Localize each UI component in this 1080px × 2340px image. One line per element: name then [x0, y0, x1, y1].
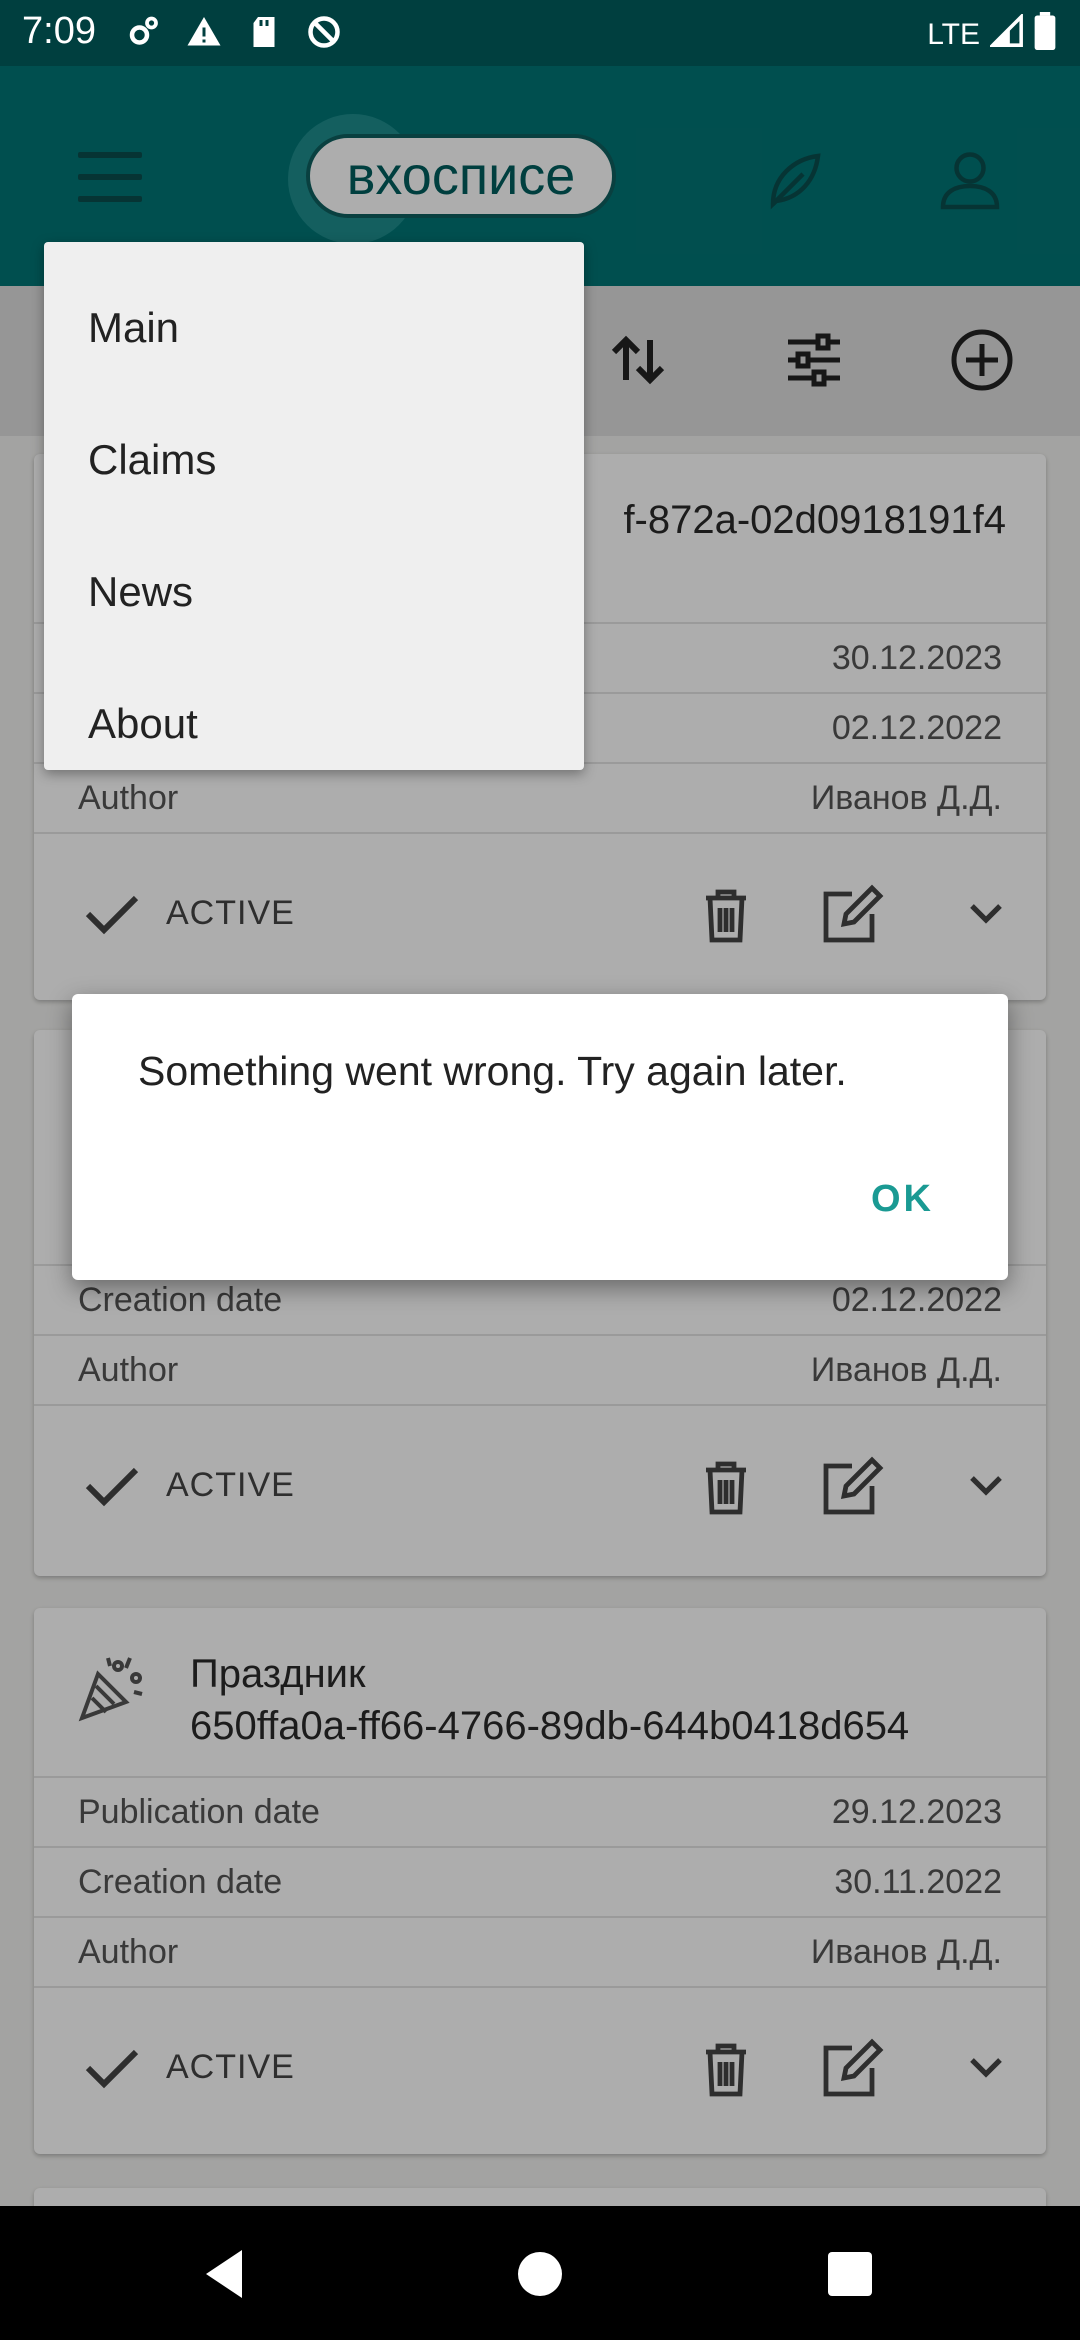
status-time: 7:09 [22, 10, 96, 52]
back-icon[interactable] [198, 2246, 254, 2302]
sd-card-icon [246, 14, 282, 50]
error-dialog: Something went wrong. Try again later. O… [72, 994, 1008, 1280]
ok-button[interactable]: OK [871, 1178, 934, 1221]
home-icon[interactable] [512, 2246, 568, 2302]
status-right: LTE [927, 12, 1056, 58]
battery-icon [1034, 12, 1056, 58]
status-bar: 7:09 LTE [0, 0, 1080, 66]
menu-item-claims[interactable]: Claims [44, 394, 584, 526]
network-type: LTE [927, 18, 980, 51]
menu-item-about[interactable]: About [44, 658, 584, 790]
signal-icon [988, 12, 1024, 56]
settings-cog-icon [126, 14, 162, 50]
recents-icon[interactable] [822, 2246, 878, 2302]
no-sync-icon [306, 14, 342, 50]
dialog-message: Something went wrong. Try again later. [138, 1048, 847, 1094]
menu-item-news[interactable]: News [44, 526, 584, 658]
menu-item-main[interactable]: Main [44, 262, 584, 394]
warning-icon [186, 14, 222, 50]
status-notification-icons [126, 14, 342, 50]
navigation-menu: Main Claims News About [44, 242, 584, 770]
system-nav-bar [0, 2206, 1080, 2340]
